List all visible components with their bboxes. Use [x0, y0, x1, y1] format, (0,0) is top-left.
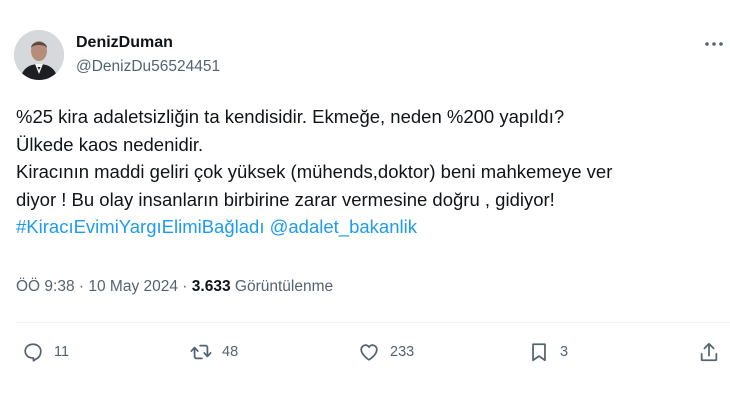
like-count: 233 — [390, 344, 415, 360]
repost-button[interactable]: 48 — [190, 341, 238, 363]
reply-button[interactable]: 11 — [22, 341, 69, 363]
tweet-links-line: #KiracıEvimiYargıElimiBağladı @adalet_ba… — [16, 213, 728, 241]
bookmark-count: 3 — [560, 344, 569, 360]
reply-count: 11 — [54, 344, 70, 360]
views-label: Görüntülenme — [234, 278, 334, 295]
share-button[interactable] — [698, 341, 720, 363]
divider — [16, 322, 730, 323]
reply-icon — [24, 343, 42, 362]
bookmark-button[interactable]: 3 — [528, 341, 568, 363]
repost-icon — [190, 344, 212, 360]
tweet-line: diyor ! Bu olay insanların birbirine zar… — [16, 188, 555, 210]
meta-separator: · — [178, 278, 192, 295]
author-handle[interactable]: @DenizDu56524451 — [76, 58, 220, 76]
action-bar: 11 48 233 3 — [0, 335, 730, 375]
hashtag-link[interactable]: #KiracıEvimiYargıElimiBağladı — [16, 216, 264, 237]
avatar-photo — [14, 30, 64, 80]
more-options-button[interactable] — [702, 34, 726, 54]
tweet-line: %25 kira adaletsizliğin ta kendisidir. E… — [16, 106, 565, 127]
heart-icon — [360, 344, 378, 361]
share-icon — [700, 342, 718, 362]
avatar[interactable] — [14, 30, 64, 80]
tweet-card: DenizDuman @DenizDu56524451 %25 kira ada… — [0, 0, 730, 420]
tweet-line: Ülkede kaos nedenidir. — [16, 133, 204, 155]
like-button[interactable]: 233 — [358, 341, 414, 363]
tweet-time[interactable]: ÖÖ 9:38 — [16, 278, 75, 295]
tweet-meta: ÖÖ 9:38 · 10 May 2024 · 3.633 Görüntülen… — [16, 278, 333, 296]
author-display-name[interactable]: DenizDuman — [76, 34, 173, 52]
tweet-text: %25 kira adaletsizliğin ta kendisidir. E… — [16, 103, 728, 241]
mention-link[interactable]: @adalet_bakanlik — [270, 216, 417, 237]
tweet-date[interactable]: 10 May 2024 — [88, 278, 178, 295]
bookmark-icon — [532, 343, 546, 362]
meta-separator: · — [74, 278, 89, 295]
repost-count: 48 — [222, 344, 239, 360]
views-count: 3.633 — [191, 278, 231, 295]
tweet-line: Kiracının maddi geliri çok yüksek (mühen… — [16, 161, 613, 182]
more-horizontal-icon — [705, 42, 723, 46]
